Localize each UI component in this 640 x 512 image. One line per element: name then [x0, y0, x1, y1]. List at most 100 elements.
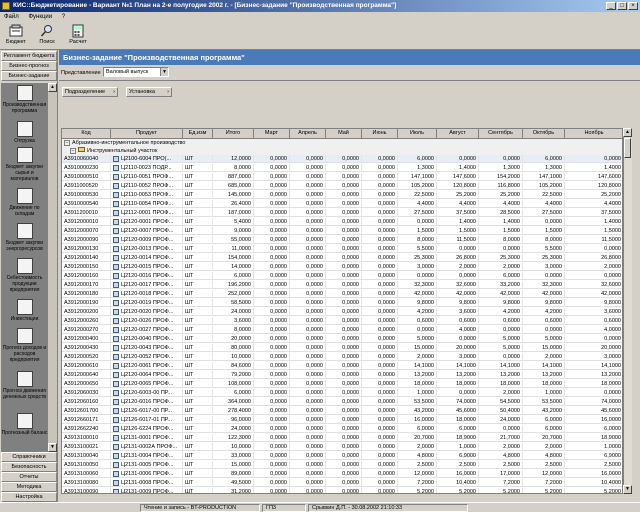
- product-cell[interactable]: Ц2131-0009 ПРОФ...: [111, 488, 183, 493]
- product-cell[interactable]: Ц2126-6017-01 ПР...: [111, 416, 183, 424]
- value-cell[interactable]: 0,0000: [326, 218, 362, 226]
- unit-cell[interactable]: ШТ: [183, 344, 213, 352]
- value-cell[interactable]: 1,5000: [437, 227, 479, 235]
- value-cell[interactable]: 0,0000: [362, 272, 398, 280]
- unit-cell[interactable]: ШТ: [183, 326, 213, 334]
- value-cell[interactable]: 2,0000: [523, 443, 565, 451]
- unit-cell[interactable]: ШТ: [183, 281, 213, 289]
- unit-cell[interactable]: ШТ: [183, 461, 213, 469]
- value-cell[interactable]: 0,0000: [290, 263, 326, 271]
- value-cell[interactable]: 2,0000: [479, 389, 523, 397]
- value-cell[interactable]: 4,4000: [398, 200, 437, 208]
- value-cell[interactable]: 0,0000: [565, 389, 622, 397]
- value-cell[interactable]: 8,0000: [479, 236, 523, 244]
- value-cell[interactable]: 6,9000: [565, 452, 622, 460]
- value-cell[interactable]: 5,5000: [523, 245, 565, 253]
- value-cell[interactable]: 0,6000: [479, 317, 523, 325]
- value-cell[interactable]: 0,0000: [254, 173, 290, 181]
- dimension-button-installation[interactable]: Установка ›: [126, 87, 172, 97]
- product-cell[interactable]: Ц2120-0020 ПРОФ...: [111, 308, 183, 316]
- value-cell[interactable]: 0,0000: [362, 371, 398, 379]
- unit-cell[interactable]: ШТ: [183, 416, 213, 424]
- value-cell[interactable]: 116,8000: [479, 182, 523, 190]
- product-cell[interactable]: Ц2120-0019 ПРОФ...: [111, 299, 183, 307]
- code-cell[interactable]: А3912000650: [62, 380, 111, 388]
- value-cell[interactable]: 147,6000: [565, 173, 622, 181]
- value-cell[interactable]: 0,0000: [290, 335, 326, 343]
- value-cell[interactable]: 0,0000: [290, 416, 326, 424]
- value-cell[interactable]: 0,0000: [362, 290, 398, 298]
- value-cell[interactable]: 14,0000: [213, 263, 254, 271]
- value-cell[interactable]: 55,0000: [213, 236, 254, 244]
- value-cell[interactable]: 0,0000: [362, 209, 398, 217]
- value-cell[interactable]: 25,3000: [398, 254, 437, 262]
- value-cell[interactable]: 53,5000: [523, 398, 565, 406]
- table-row[interactable]: А3910000540 Ц2110-0054 ПРОФ... ШТ 26,4000 0,…: [62, 200, 622, 208]
- tab-budget-regulation[interactable]: Регламент бюджета: [1, 51, 57, 61]
- table-row[interactable]: А3912601700 Ц2126-6017-00 ПР... ШТ 278,4000…: [62, 407, 622, 415]
- value-cell[interactable]: 105,2000: [523, 182, 565, 190]
- value-cell[interactable]: 1,4000: [565, 164, 622, 172]
- code-cell[interactable]: А3912000150: [62, 263, 111, 271]
- value-cell[interactable]: 0,6000: [565, 317, 622, 325]
- tab-settings[interactable]: Настройка: [1, 492, 57, 502]
- value-cell[interactable]: 5,0000: [479, 335, 523, 343]
- app-icon[interactable]: [2, 2, 10, 10]
- value-cell[interactable]: 18,0000: [523, 380, 565, 388]
- value-cell[interactable]: 0,0000: [254, 236, 290, 244]
- value-cell[interactable]: 0,0000: [290, 272, 326, 280]
- value-cell[interactable]: 6,0000: [437, 425, 479, 433]
- unit-cell[interactable]: ШТ: [183, 290, 213, 298]
- value-cell[interactable]: 0,0000: [362, 443, 398, 451]
- product-cell[interactable]: Ц2120-0027 ПРОФ...: [111, 326, 183, 334]
- value-cell[interactable]: 0,0000: [523, 272, 565, 280]
- tab-reports[interactable]: Отчеты: [1, 472, 57, 482]
- value-cell[interactable]: 0,0000: [326, 443, 362, 451]
- budget-button[interactable]: Бюджет: [1, 23, 31, 49]
- value-cell[interactable]: 0,0000: [254, 263, 290, 271]
- code-cell[interactable]: А3912000610: [62, 362, 111, 370]
- scroll-down-icon[interactable]: ▼: [623, 485, 632, 494]
- value-cell[interactable]: 0,0000: [254, 317, 290, 325]
- code-cell[interactable]: А3910000530: [62, 191, 111, 199]
- value-cell[interactable]: 18,0000: [437, 380, 479, 388]
- value-cell[interactable]: 0,0000: [290, 164, 326, 172]
- view-select[interactable]: Валовый выпуск ▼: [103, 67, 169, 77]
- product-cell[interactable]: Ц2100-6004 ПРО(...: [111, 155, 183, 163]
- menu-help[interactable]: ?: [62, 14, 65, 20]
- value-cell[interactable]: 0,0000: [290, 155, 326, 163]
- value-cell[interactable]: 42,0000: [398, 290, 437, 298]
- nav-item-forecast-balance[interactable]: Прогнозный баланс: [1, 413, 48, 436]
- code-cell[interactable]: А3910000230: [62, 164, 111, 172]
- code-cell[interactable]: А3913100060: [62, 470, 111, 478]
- value-cell[interactable]: 1,0000: [437, 443, 479, 451]
- value-cell[interactable]: 147,1000: [523, 173, 565, 181]
- value-cell[interactable]: 2,5000: [479, 461, 523, 469]
- value-cell[interactable]: 122,3000: [213, 434, 254, 442]
- value-cell[interactable]: 16,0000: [565, 416, 622, 424]
- unit-cell[interactable]: ШТ: [183, 299, 213, 307]
- unit-cell[interactable]: ШТ: [183, 164, 213, 172]
- table-row[interactable]: А3913100050 Ц2131-0005 ПРОФ... ШТ 15,0000 0,…: [62, 461, 622, 469]
- table-row[interactable]: А3911000520 Ц2110-0052 ПРОФ... ШТ 685,0000 0…: [62, 182, 622, 190]
- value-cell[interactable]: 0,0000: [254, 281, 290, 289]
- table-row[interactable]: А3912000610 Ц2120-0061 ПРОФ... ШТ 84,6000 0,…: [62, 362, 622, 370]
- code-cell[interactable]: А3912000070: [62, 227, 111, 235]
- unit-cell[interactable]: ШТ: [183, 218, 213, 226]
- value-cell[interactable]: 0,0000: [254, 461, 290, 469]
- value-cell[interactable]: 9,8000: [398, 299, 437, 307]
- value-cell[interactable]: 0,0000: [326, 182, 362, 190]
- table-row[interactable]: А3913100021 Ц2131-0002А ПРОФ... ШТ 10,0000 0…: [62, 443, 622, 451]
- value-cell[interactable]: 2,0000: [479, 263, 523, 271]
- value-cell[interactable]: 1,3000: [398, 164, 437, 172]
- value-cell[interactable]: 4,8000: [398, 452, 437, 460]
- value-cell[interactable]: 0,0000: [326, 326, 362, 334]
- value-cell[interactable]: 0,0000: [290, 317, 326, 325]
- value-cell[interactable]: 0,0000: [479, 425, 523, 433]
- value-cell[interactable]: 42,0000: [437, 290, 479, 298]
- value-cell[interactable]: 0,0000: [290, 389, 326, 397]
- value-cell[interactable]: 0,0000: [565, 272, 622, 280]
- value-cell[interactable]: 0,0000: [326, 209, 362, 217]
- unit-cell[interactable]: ШТ: [183, 443, 213, 451]
- value-cell[interactable]: 0,0000: [362, 407, 398, 415]
